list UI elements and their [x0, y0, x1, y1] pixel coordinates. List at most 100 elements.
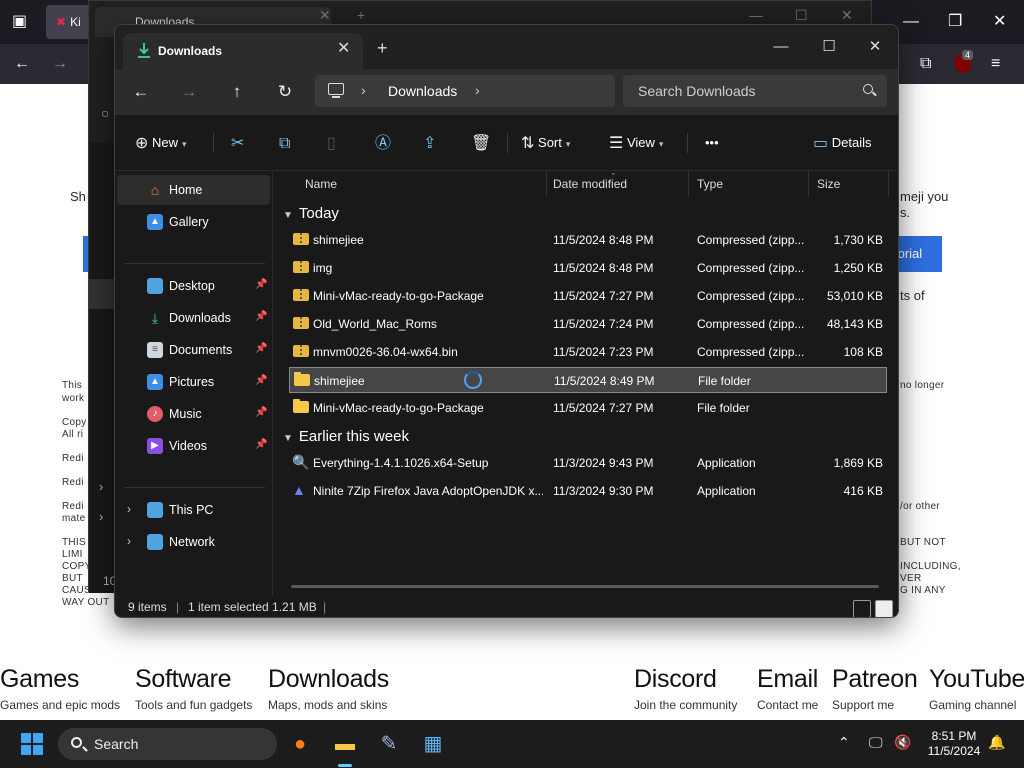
tab-overview-icon[interactable]: ▣	[12, 14, 27, 30]
pin-icon[interactable]: 📌	[255, 439, 267, 450]
firefox-icon[interactable]: ●	[284, 728, 316, 760]
volume-muted-icon[interactable]: 🔇	[894, 734, 911, 751]
new-tab-icon[interactable]: +	[357, 7, 365, 23]
file-row[interactable]: shimejiee 11/5/2024 8:48 PM Compressed (…	[289, 227, 887, 253]
minimize-button[interactable]: —	[758, 33, 804, 61]
pin-icon[interactable]: 📌	[255, 375, 267, 386]
sort-button[interactable]: ⇅ Sort ▾	[521, 131, 570, 155]
delete-button[interactable]: 🗑	[471, 131, 491, 155]
group-header-today[interactable]: ▼ Today	[283, 205, 339, 225]
paste-button[interactable]: ▯	[327, 131, 336, 155]
file-row[interactable]: 🔍 Everything-1.4.1.1026.x64-Setup 11/3/2…	[289, 450, 887, 476]
nav-item-videos[interactable]: ▶ Videos 📌	[117, 431, 270, 461]
close-icon[interactable]: ✕	[841, 7, 853, 24]
footer-link-discord[interactable]: Discord Join the community	[634, 664, 737, 716]
file-row[interactable]: Mini-vMac-ready-to-go-Package 11/5/2024 …	[289, 395, 887, 421]
nav-item-downloads[interactable]: ⤓ Downloads 📌	[117, 303, 270, 333]
toolbar-divider	[507, 133, 508, 153]
chevron-right-icon[interactable]: ›	[99, 509, 103, 524]
photos-icon[interactable]: ▦	[417, 728, 449, 760]
address-bar[interactable]: › Downloads ›	[315, 75, 615, 107]
nav-item-network[interactable]: › Network	[117, 527, 270, 557]
browser-tab[interactable]: ✖ Ki	[46, 5, 90, 39]
column-header-size[interactable]: Size	[809, 171, 889, 197]
nav-item-desktop[interactable]: Desktop 📌	[117, 271, 270, 301]
notification-bell-icon[interactable]: 🔔	[988, 734, 1005, 751]
notepad-icon[interactable]: ✎	[373, 728, 405, 760]
file-row[interactable]: img 11/5/2024 8:48 PM Compressed (zipp..…	[289, 255, 887, 281]
nav-item-pictures[interactable]: ▲ Pictures 📌	[117, 367, 270, 397]
extensions-icon[interactable]: ⧉	[920, 56, 931, 72]
search-input[interactable]: Search Downloads	[623, 75, 887, 107]
more-options-button[interactable]: •••	[705, 131, 719, 155]
forward-arrow-icon[interactable]: →	[173, 77, 205, 107]
forward-arrow-icon[interactable]: →	[52, 56, 68, 72]
maximize-button[interactable]: ☐	[806, 33, 852, 61]
maximize-icon[interactable]: ☐	[795, 7, 808, 24]
file-row[interactable]: Mini-vMac-ready-to-go-Package 11/5/2024 …	[289, 283, 887, 309]
pin-icon[interactable]: 📌	[255, 407, 267, 418]
file-row-selected[interactable]: shimejiee 11/5/2024 8:49 PM File folder	[289, 367, 887, 393]
share-button[interactable]: ⇪	[423, 131, 436, 155]
nav-item-this-pc[interactable]: › This PC	[117, 495, 270, 525]
copy-button[interactable]: ⧉	[279, 131, 290, 155]
footer-link-youtube[interactable]: YouTube Gaming channel	[929, 664, 1024, 716]
nav-item-documents[interactable]: ≡ Documents 📌	[117, 335, 270, 365]
cut-button[interactable]: ✂	[231, 131, 244, 155]
footer-link-email[interactable]: Email Contact me	[757, 664, 818, 716]
footer-link-downloads[interactable]: Downloads Maps, mods and skins	[268, 664, 389, 716]
pin-icon[interactable]: 📌	[255, 311, 267, 322]
tutorial-button[interactable]: torial	[894, 236, 942, 272]
file-explorer-window[interactable]: Downloads ✕ + — ☐ ✕ ← → ↑ ↻ › Downloads …	[114, 24, 899, 618]
windows-start-icon[interactable]	[21, 733, 43, 755]
close-tab-icon[interactable]: ✕	[337, 41, 350, 57]
close-icon[interactable]: ✕	[993, 14, 1006, 30]
back-arrow-icon[interactable]: ←	[125, 77, 157, 107]
nav-item-music[interactable]: ♪ Music 📌	[117, 399, 270, 429]
nav-item-home[interactable]: ⌂ Home	[117, 175, 270, 205]
chevron-up-icon[interactable]: ⌃	[838, 734, 850, 751]
footer-link-software[interactable]: Software Tools and fun gadgets	[135, 664, 252, 716]
menu-icon[interactable]: ≡	[991, 56, 1000, 72]
refresh-icon[interactable]: ↻	[269, 77, 301, 107]
tab-downloads[interactable]: Downloads ✕	[123, 33, 363, 69]
rename-button[interactable]: Ⓐ	[375, 131, 391, 155]
footer-link-patreon[interactable]: Patreon Support me	[832, 664, 918, 716]
close-icon[interactable]: ✕	[319, 7, 331, 24]
file-explorer-icon[interactable]: ▬	[329, 728, 361, 767]
pin-icon[interactable]: 📌	[255, 279, 267, 290]
chevron-right-icon[interactable]: ›	[127, 502, 131, 516]
horizontal-scrollbar[interactable]	[291, 585, 879, 588]
file-row[interactable]: mnvm0026-36.04-wx64.bin 11/5/2024 7:23 P…	[289, 339, 887, 365]
footer-link-games[interactable]: Games Games and epic mods	[0, 664, 120, 716]
column-header-type[interactable]: Type	[689, 171, 809, 197]
breadcrumb-downloads[interactable]: Downloads	[388, 83, 457, 99]
view-button[interactable]: ☰ View ▾	[609, 131, 663, 155]
nav-item-gallery[interactable]: ▲ Gallery	[117, 207, 270, 237]
minimize-icon[interactable]: —	[749, 7, 763, 23]
up-arrow-icon[interactable]: ↑	[221, 77, 253, 107]
chevron-right-icon[interactable]: ›	[127, 534, 131, 548]
column-header-name[interactable]: Name	[297, 171, 547, 197]
close-button[interactable]: ✕	[852, 33, 898, 61]
group-header-earlier-this-week[interactable]: ▼ Earlier this week	[283, 428, 409, 448]
tab-label: Downloads	[158, 44, 223, 58]
chevron-right-icon[interactable]: ›	[475, 82, 480, 98]
pin-icon[interactable]: 📌	[255, 343, 267, 354]
back-arrow-icon[interactable]: ←	[14, 56, 30, 72]
taskbar-search-box[interactable]: Search	[58, 728, 277, 760]
details-pane-button[interactable]: ▭ Details	[813, 131, 872, 155]
column-header-date[interactable]: Date modified	[545, 171, 689, 197]
new-tab-icon[interactable]: +	[377, 39, 388, 57]
new-button[interactable]: ⊕ New ▾	[135, 131, 187, 155]
details-view-icon[interactable]	[853, 600, 871, 617]
restore-icon[interactable]: ❐	[948, 14, 962, 30]
file-row[interactable]: Old_World_Mac_Roms 11/5/2024 7:24 PM Com…	[289, 311, 887, 337]
minimize-icon[interactable]: —	[903, 14, 919, 30]
system-clock[interactable]: 8:51 PM 11/5/2024	[922, 729, 986, 759]
network-icon[interactable]: 🖵	[869, 734, 883, 751]
chevron-right-icon[interactable]: ›	[361, 82, 366, 98]
tiles-view-icon[interactable]	[875, 600, 893, 617]
file-row[interactable]: ▲ Ninite 7Zip Firefox Java AdoptOpenJDK …	[289, 478, 887, 504]
chevron-right-icon[interactable]: ›	[99, 479, 103, 494]
